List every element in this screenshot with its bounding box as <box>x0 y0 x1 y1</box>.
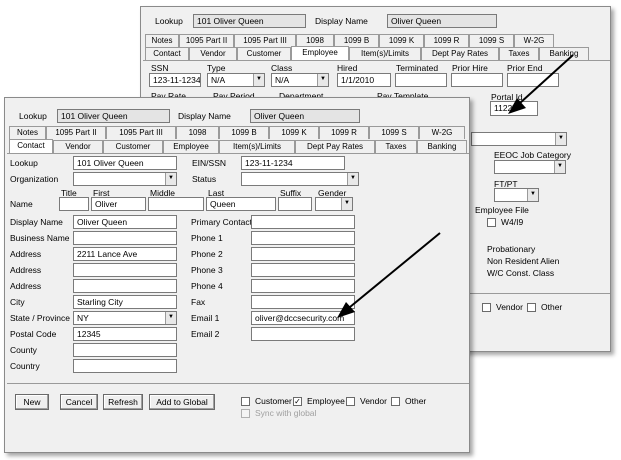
tab-employee[interactable]: Employee <box>291 46 349 60</box>
arrow-line-email <box>349 232 441 308</box>
tab-contact[interactable]: Contact <box>9 139 53 153</box>
arrow-line-portal <box>519 54 574 104</box>
portal-id-arrow <box>337 54 574 318</box>
